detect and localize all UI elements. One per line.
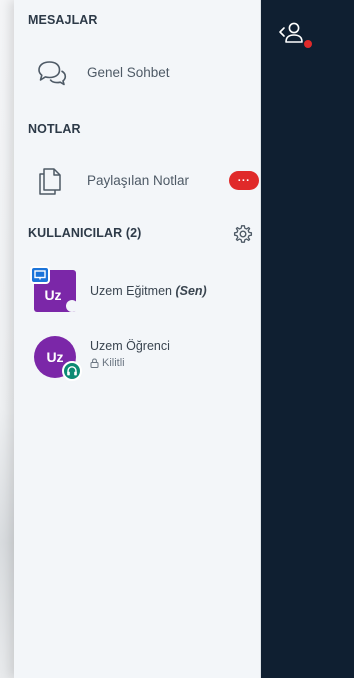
documents-icon xyxy=(39,168,61,195)
user-status: Kilitli xyxy=(90,357,125,369)
public-chat-item[interactable]: Genel Sohbet xyxy=(14,51,261,95)
public-chat-label: Genel Sohbet xyxy=(87,65,170,80)
section-title-notes: NOTLAR xyxy=(28,122,81,136)
main-content-panel xyxy=(261,0,354,678)
toggle-user-list-button[interactable] xyxy=(276,18,314,54)
user-name: Uzem Öğrenci xyxy=(90,339,170,353)
notification-dot xyxy=(304,40,312,48)
section-title-messages: MESAJLAR xyxy=(28,13,98,27)
you-tag: (Sen) xyxy=(175,284,207,298)
avatar-initials: Uz xyxy=(44,287,62,303)
user-list-toggle-icon xyxy=(279,22,303,43)
user-list-sidebar: MESAJLAR Genel Sohbet NOTLAR Paylaşılan … xyxy=(14,0,261,678)
presenter-icon xyxy=(30,266,50,284)
section-title-users: KULLANICILAR (2) xyxy=(28,226,142,240)
headset-icon xyxy=(62,361,82,381)
user-name: Uzem Eğitmen (Sen) xyxy=(90,284,207,298)
gear-icon[interactable] xyxy=(233,224,253,244)
user-status-text: Kilitli xyxy=(102,357,125,369)
lock-icon xyxy=(90,358,99,368)
avatar-notch xyxy=(66,300,78,312)
user-list-item-viewer[interactable]: Uz Uzem Öğrenci Kilitli xyxy=(14,333,261,385)
shared-notes-label: Paylaşılan Notlar xyxy=(87,173,190,188)
user-name-text: Uzem Eğitmen xyxy=(90,284,172,298)
chat-bubbles-icon xyxy=(38,61,67,86)
avatar-initials: Uz xyxy=(46,349,64,365)
user-list-item-presenter[interactable]: Uz Uzem Eğitmen (Sen) xyxy=(14,266,261,318)
notes-unread-badge: ··· xyxy=(229,171,259,190)
shared-notes-item[interactable]: Paylaşılan Notlar ··· xyxy=(14,158,261,202)
